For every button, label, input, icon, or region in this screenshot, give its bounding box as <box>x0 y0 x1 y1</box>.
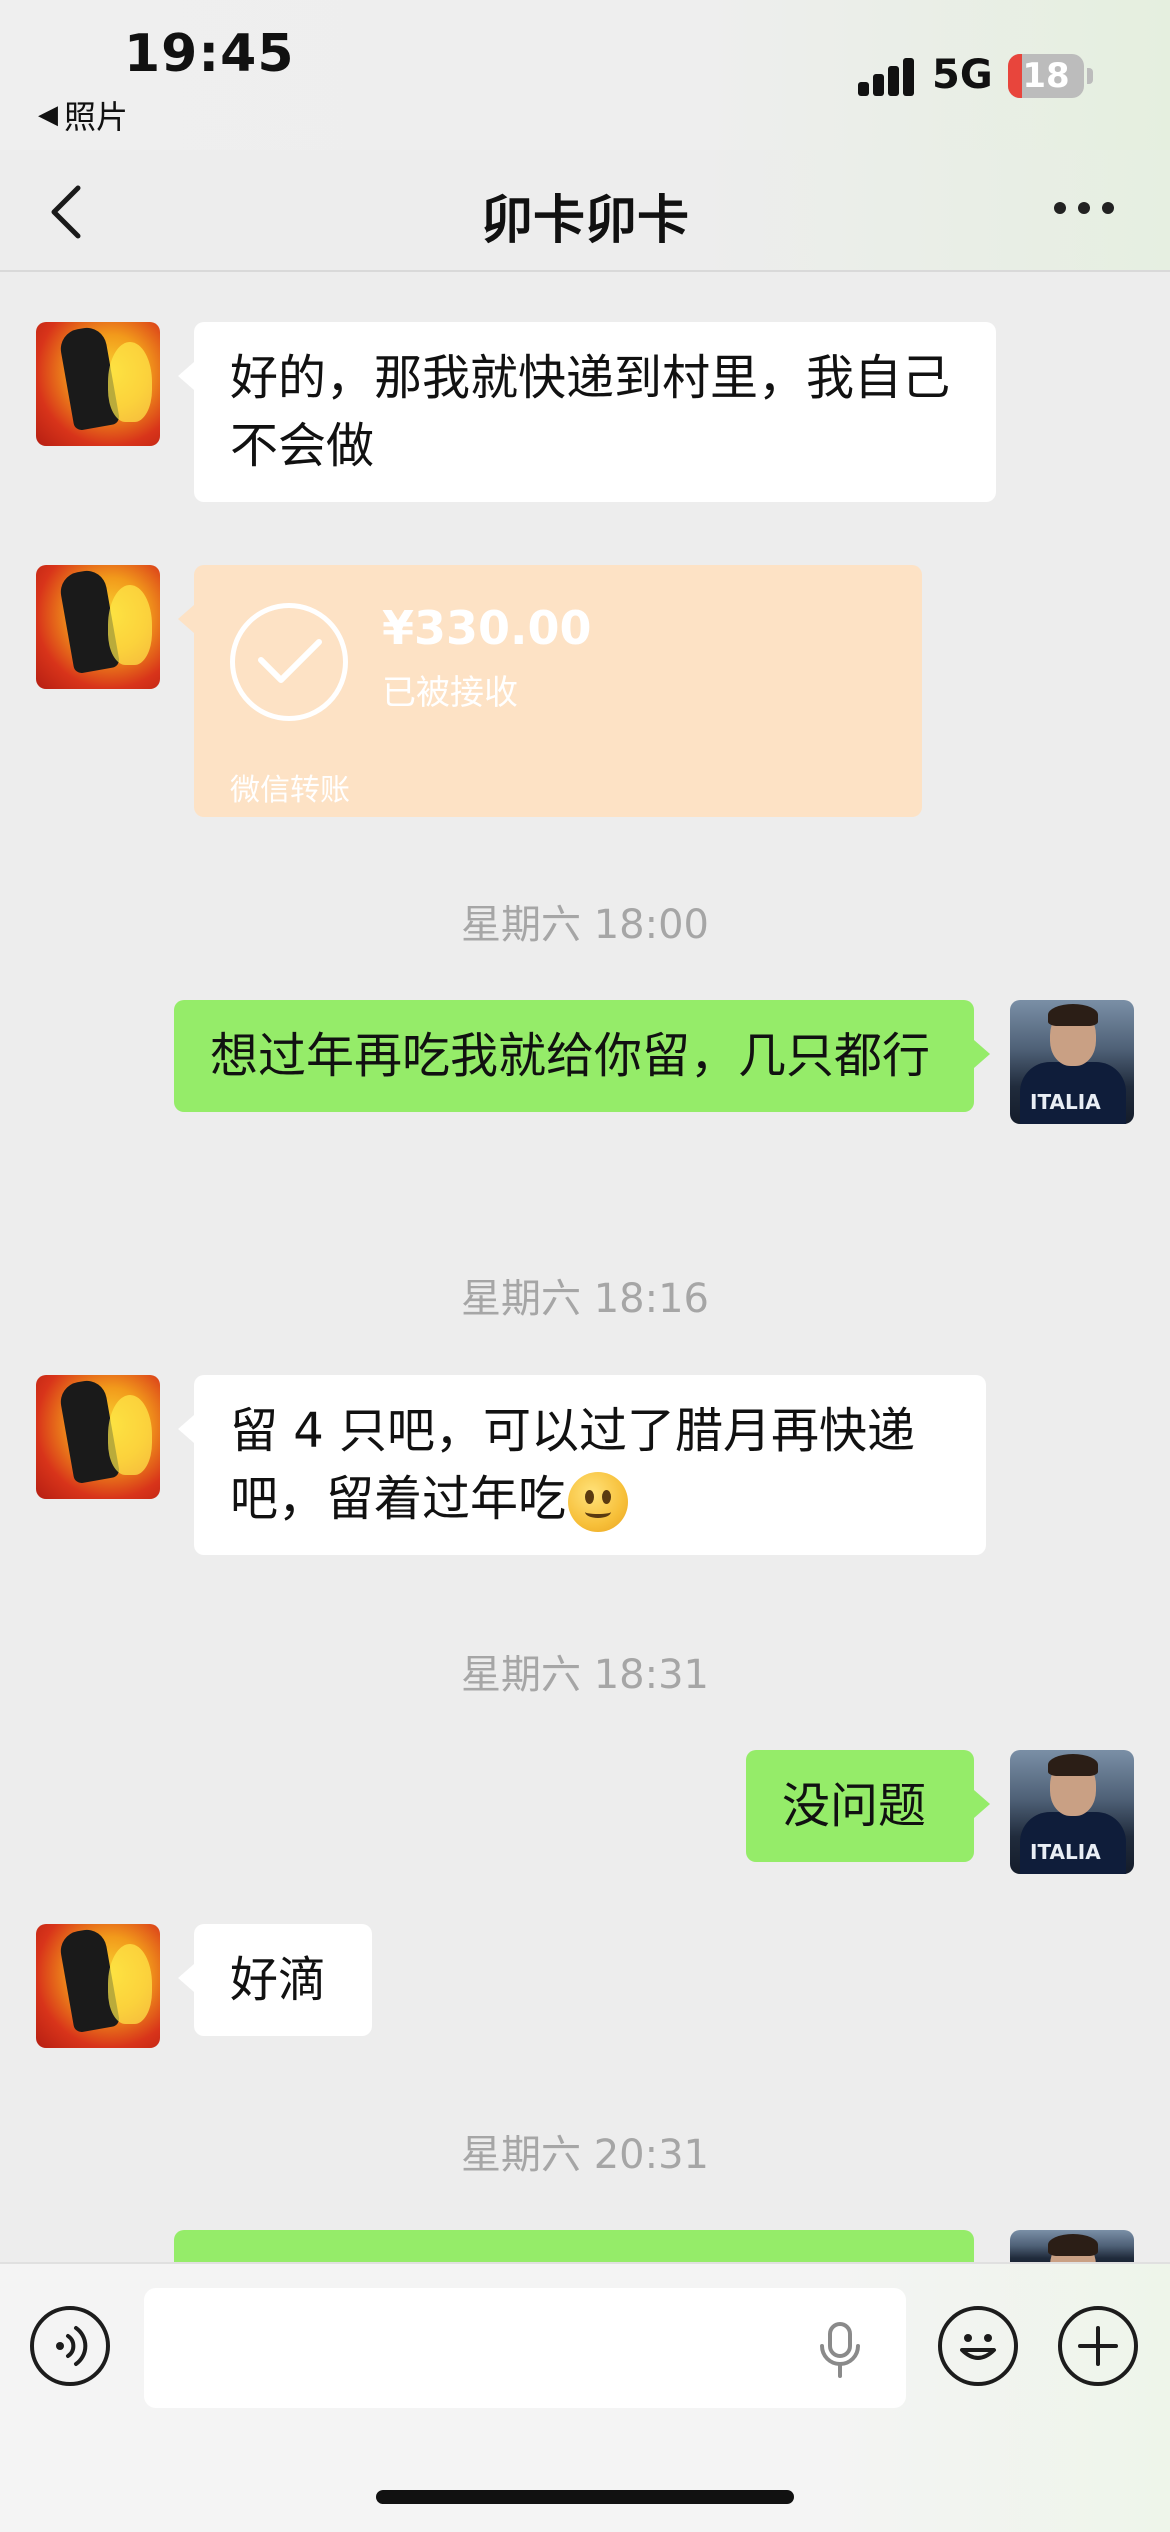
battery-level: 18 <box>1022 56 1070 96</box>
back-to-app-link[interactable]: ◀ 照片 <box>38 92 128 138</box>
message-bubble-sent[interactable]: 想过年再吃我就给你留，几只都行 <box>174 1000 990 1112</box>
timestamp: 星期六 18:31 <box>461 1652 709 1698</box>
wechat-transfer-card[interactable]: ¥330.00 已被接收 微信转账 <box>178 565 922 817</box>
network-type: 5G <box>932 52 993 98</box>
transfer-amount: ¥330.00 <box>382 601 592 655</box>
checkmark-icon <box>230 603 348 721</box>
chat-title: 卯卡卯卡 <box>480 191 689 251</box>
timestamp: 星期六 18:16 <box>461 1276 709 1322</box>
status-time: 19:45 <box>124 24 295 84</box>
emoji-button[interactable] <box>938 2306 1018 2386</box>
back-to-app-label: 照片 <box>64 98 129 136</box>
chat-header: 卯卡卯卡 <box>0 150 1170 272</box>
emoji-icon <box>960 2334 996 2360</box>
message-bubble-received[interactable]: 留 4 只吧，可以过了腊月再快递吧，留着过年吃 <box>178 1375 986 1555</box>
back-triangle-icon: ◀ <box>38 100 58 130</box>
battery-icon: 18 <box>1008 54 1084 98</box>
contact-avatar[interactable] <box>36 565 160 689</box>
more-dots-icon[interactable] <box>1054 202 1114 220</box>
contact-avatar[interactable] <box>36 1924 160 2048</box>
timestamp: 星期六 18:00 <box>461 902 709 948</box>
smile-emoji-icon <box>568 1472 629 1532</box>
plus-icon <box>1078 2326 1118 2366</box>
message-bubble-received[interactable]: 好滴 <box>178 1924 372 2036</box>
more-options-button[interactable] <box>1058 2306 1138 2386</box>
signal-strength-icon <box>858 58 916 96</box>
microphone-icon[interactable] <box>818 2322 862 2378</box>
voice-icon <box>56 2326 88 2366</box>
contact-avatar[interactable] <box>36 1375 160 1499</box>
message-bubble-sent[interactable]: 没问题 <box>746 1750 990 1862</box>
message-input[interactable] <box>144 2288 906 2408</box>
voice-toggle-button[interactable] <box>30 2306 110 2386</box>
home-indicator[interactable] <box>376 2490 794 2504</box>
transfer-status: 已被接收 <box>382 673 518 713</box>
self-avatar[interactable]: ITALIA <box>1010 1750 1134 1874</box>
self-avatar[interactable]: ITALIA <box>1010 1000 1134 1124</box>
transfer-label: 微信转账 <box>230 773 350 808</box>
contact-avatar[interactable] <box>36 322 160 446</box>
battery-tip <box>1087 68 1093 84</box>
timestamp: 星期六 20:31 <box>461 2132 709 2178</box>
message-bubble-received[interactable]: 好的，那我就快递到村里，我自己不会做 <box>178 322 996 502</box>
status-bar: 19:45 ◀ 照片 5G 18 <box>0 0 1170 150</box>
